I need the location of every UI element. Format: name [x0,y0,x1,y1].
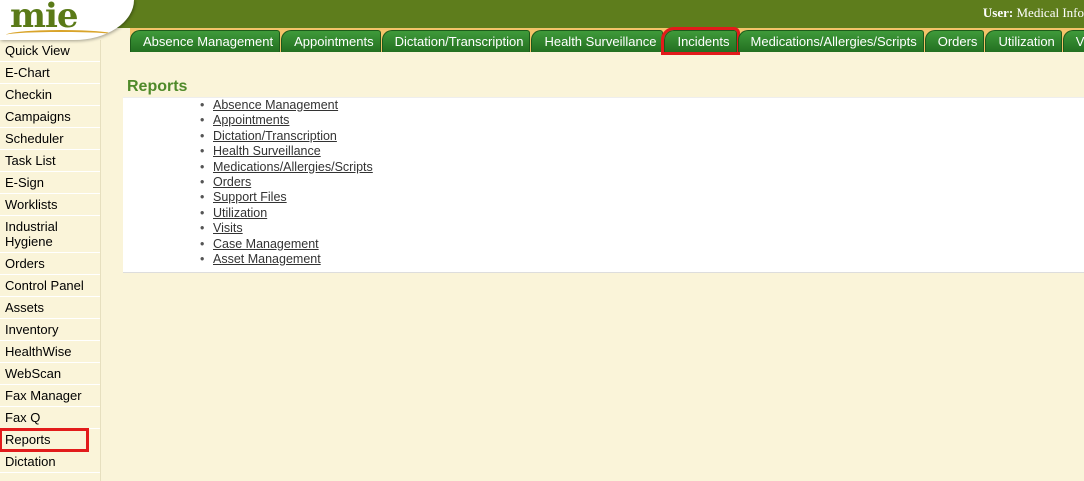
sidebar-item-quick-view[interactable]: Quick View [0,40,100,62]
sidebar-item-e-chart[interactable]: E-Chart [0,62,100,84]
tab-visits[interactable]: Visits [1062,30,1084,52]
logo[interactable]: mie [0,0,134,40]
sidebar-item-e-sign[interactable]: E-Sign [0,172,100,194]
report-link-medications-allergies-scripts[interactable]: Medications/Allergies/Scripts [213,160,373,174]
bullet: • [200,159,205,174]
bullet: • [200,144,205,159]
sidebar-item-checkin[interactable]: Checkin [0,84,100,106]
report-link-dictation-transcription[interactable]: Dictation/Transcription [213,129,337,143]
bullet: • [200,190,205,205]
tab-dictation-transcription[interactable]: Dictation/Transcription [381,30,531,52]
list-item: • Health Surveillance [200,144,1084,159]
page-title: Reports [127,78,188,95]
bullet: • [200,128,205,143]
report-link-orders[interactable]: Orders [213,175,251,189]
sidebar: Quick View E-Chart Checkin Campaigns Sch… [0,40,101,481]
tab-health-surveillance[interactable]: Health Surveillance [531,30,664,52]
bullet: • [200,221,205,236]
sidebar-item-assets[interactable]: Assets [0,297,100,319]
sidebar-item-worklists[interactable]: Worklists [0,194,100,216]
list-item: • Case Management [200,237,1084,252]
top-bar: User: Medical Info [0,0,1084,28]
sidebar-item-industrial-hygiene[interactable]: Industrial Hygiene [0,216,100,253]
bullet: • [200,113,205,128]
list-item: • Support Files [200,190,1084,205]
report-link-utilization[interactable]: Utilization [213,206,267,220]
bullet: • [200,205,205,220]
report-link-case-management[interactable]: Case Management [213,237,319,251]
report-link-appointments[interactable]: Appointments [213,113,289,127]
tab-absence-management[interactable]: Absence Management [130,30,281,52]
report-link-health-surveillance[interactable]: Health Surveillance [213,144,321,158]
sidebar-item-fax-q[interactable]: Fax Q [0,407,100,429]
list-item: • Visits [200,221,1084,236]
tab-orders[interactable]: Orders [924,30,985,52]
user-label: User: [982,5,1014,20]
sidebar-item-healthwise[interactable]: HealthWise [0,341,100,363]
report-link-asset-management[interactable]: Asset Management [213,252,321,266]
tab-incidents[interactable]: Incidents [661,27,740,55]
tab-utilization[interactable]: Utilization [985,30,1062,52]
bullet: • [200,252,205,267]
list-item: • Asset Management [200,252,1084,267]
list-item: • Dictation/Transcription [200,129,1084,144]
report-link-absence-management[interactable]: Absence Management [213,98,338,112]
list-item: • Medications/Allergies/Scripts [200,160,1084,175]
reports-list: • Absence Management • Appointments • Dicta… [123,98,1084,267]
report-link-support-files[interactable]: Support Files [213,190,287,204]
bullet: • [200,236,205,251]
sidebar-item-reports[interactable]: Reports [0,428,89,452]
bullet: • [200,98,205,112]
tab-medications-allergies-scripts[interactable]: Medications/Allergies/Scripts [737,30,924,52]
list-item: • Absence Management [200,98,1084,113]
list-item: • Utilization [200,206,1084,221]
sidebar-item-inventory[interactable]: Inventory [0,319,100,341]
user-info: User: Medical Info [983,5,1084,21]
logo-swoosh [6,30,116,40]
sidebar-item-fax-manager[interactable]: Fax Manager [0,385,100,407]
list-item: • Orders [200,175,1084,190]
tabs: Absence Management Appointments Dictatio… [130,27,1084,55]
sidebar-item-webscan[interactable]: WebScan [0,363,100,385]
sidebar-item-campaigns[interactable]: Campaigns [0,106,100,128]
bullet: • [200,175,205,190]
sidebar-item-dictation[interactable]: Dictation [0,451,100,473]
user-name: Medical Info [1016,5,1084,20]
list-item: • Appointments [200,113,1084,128]
sidebar-item-task-list[interactable]: Task List [0,150,100,172]
tab-strip: Absence Management Appointments Dictatio… [130,27,1084,55]
sidebar-item-orders[interactable]: Orders [0,253,100,275]
reports-panel: • Absence Management • Appointments • Dicta… [123,97,1084,273]
sidebar-item-control-panel[interactable]: Control Panel [0,275,100,297]
tab-appointments[interactable]: Appointments [281,30,381,52]
sidebar-item-scheduler[interactable]: Scheduler [0,128,100,150]
report-link-visits[interactable]: Visits [213,221,243,235]
